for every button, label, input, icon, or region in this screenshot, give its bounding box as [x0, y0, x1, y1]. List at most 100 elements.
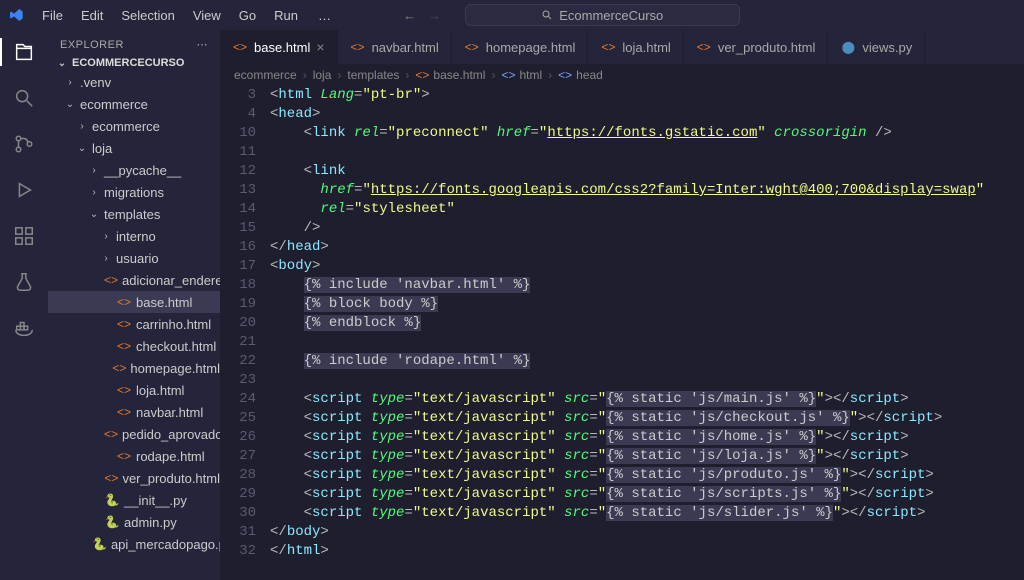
code-line[interactable]: </head> [270, 238, 1024, 257]
code-line[interactable]: <script type="text/javascript" src="{% s… [270, 485, 1024, 504]
tab-homepage-html[interactable]: <>homepage.html [452, 30, 589, 64]
tab-loja-html[interactable]: <> loja.html [588, 30, 683, 64]
breadcrumb-label: loja [313, 68, 332, 82]
docker-icon[interactable] [10, 314, 38, 342]
file-item[interactable]: <>carrinho.html [48, 313, 220, 335]
file-item[interactable]: <>homepage.html [48, 357, 220, 379]
file-item[interactable]: <>rodape.html [48, 445, 220, 467]
close-icon[interactable]: × [316, 39, 324, 55]
menu-view[interactable]: View [185, 4, 229, 27]
code-line[interactable]: <link [270, 162, 1024, 181]
file-item[interactable]: <>adicionar_endere... [48, 269, 220, 291]
search-activity-icon[interactable] [10, 84, 38, 112]
source-control-icon[interactable] [10, 130, 38, 158]
breadcrumb-item[interactable]: templates [347, 68, 399, 82]
tree-item-label: pedido_aprovado... [122, 427, 220, 442]
code-line[interactable]: rel="stylesheet" [270, 200, 1024, 219]
tree-item-label: interno [116, 229, 156, 244]
extensions-icon[interactable] [10, 222, 38, 250]
nav-forward-icon[interactable]: → [428, 8, 441, 23]
explorer-icon[interactable] [10, 38, 38, 66]
breadcrumb-item[interactable]: loja [313, 68, 332, 82]
menu-selection[interactable]: Selection [113, 4, 182, 27]
code-line[interactable]: <script type="text/javascript" src="{% s… [270, 428, 1024, 447]
tab-ver_produto-html[interactable]: <>ver_produto.html [684, 30, 829, 64]
folder-item[interactable]: ⌄templates [48, 203, 220, 225]
line-number: 16 [220, 238, 256, 257]
code-line[interactable]: {% block body %} [270, 295, 1024, 314]
tree-item-label: navbar.html [136, 405, 203, 420]
file-item[interactable]: <>checkout.html [48, 335, 220, 357]
folder-item[interactable]: ›usuario [48, 247, 220, 269]
menu-file[interactable]: File [34, 4, 71, 27]
code-line[interactable]: <head> [270, 105, 1024, 124]
file-item[interactable]: <>base.html [48, 291, 220, 313]
code-line[interactable]: </html> [270, 542, 1024, 561]
nav-back-icon[interactable]: ← [403, 8, 416, 23]
code-line[interactable]: <html Lang="pt-br"> [270, 86, 1024, 105]
python-file-icon: 🐍 [92, 537, 107, 551]
command-center[interactable]: EcommerceCurso [465, 4, 740, 26]
code-line[interactable] [270, 333, 1024, 352]
html-file-icon: <> [112, 361, 126, 375]
folder-item[interactable]: ›interno [48, 225, 220, 247]
brackets-icon: <> [501, 68, 515, 82]
code-line[interactable]: <link rel="preconnect" href="https://fon… [270, 124, 1024, 143]
file-item[interactable]: 🐍admin.py [48, 511, 220, 533]
html-file-icon: <> [600, 40, 616, 54]
html-file-icon: <> [696, 40, 712, 54]
code-body[interactable]: <html Lang="pt-br"><head> <link rel="pre… [270, 86, 1024, 580]
menu-overflow[interactable]: … [310, 4, 339, 27]
menu-run[interactable]: Run [266, 4, 306, 27]
folder-item[interactable]: ›migrations [48, 181, 220, 203]
testing-icon[interactable] [10, 268, 38, 296]
folder-item[interactable]: ›.venv [48, 71, 220, 93]
line-number: 15 [220, 219, 256, 238]
run-debug-icon[interactable] [10, 176, 38, 204]
code-line[interactable] [270, 371, 1024, 390]
code-line[interactable]: <script type="text/javascript" src="{% s… [270, 390, 1024, 409]
tab-navbar-html[interactable]: <>navbar.html [338, 30, 452, 64]
file-item[interactable]: <>loja.html [48, 379, 220, 401]
code-line[interactable]: {% include 'navbar.html' %} [270, 276, 1024, 295]
line-number: 20 [220, 314, 256, 333]
folder-item[interactable]: ⌄loja [48, 137, 220, 159]
folder-item[interactable]: ›ecommerce [48, 115, 220, 137]
code-line[interactable]: {% include 'rodape.html' %} [270, 352, 1024, 371]
project-root[interactable]: ⌄ ECOMMERCECURSO [48, 55, 220, 71]
file-item[interactable]: <>pedido_aprovado... [48, 423, 220, 445]
code-line[interactable]: {% endblock %} [270, 314, 1024, 333]
breadcrumb-item[interactable]: ecommerce [234, 68, 297, 82]
menu-go[interactable]: Go [231, 4, 264, 27]
breadcrumb-item[interactable]: <>html [501, 68, 542, 82]
code-line[interactable]: <script type="text/javascript" src="{% s… [270, 466, 1024, 485]
tab-views-py[interactable]: ⬤views.py [828, 30, 925, 64]
menu-edit[interactable]: Edit [73, 4, 111, 27]
file-item[interactable]: 🐍api_mercadopago.py [48, 533, 220, 555]
breadcrumbs[interactable]: ecommerce›loja›templates›<>base.html›<>h… [220, 64, 1024, 86]
code-editor[interactable]: 3410111213141516171819202122232425262728… [220, 86, 1024, 580]
line-number: 10 [220, 124, 256, 143]
folder-item[interactable]: ›__pycache__ [48, 159, 220, 181]
tab-base-html[interactable]: <>base.html× [220, 30, 338, 64]
project-root-label: ECOMMERCECURSO [72, 57, 184, 69]
breadcrumb-item[interactable]: <>base.html [415, 68, 485, 82]
code-line[interactable]: <script type="text/javascript" src="{% s… [270, 409, 1024, 428]
tree-item-label: ecommerce [92, 119, 160, 134]
code-line[interactable]: href="https://fonts.googleapis.com/css2?… [270, 181, 1024, 200]
code-line[interactable]: /> [270, 219, 1024, 238]
tab-label: loja.html [622, 40, 670, 55]
html-file-icon: <> [104, 471, 118, 485]
file-item[interactable]: 🐍__init__.py [48, 489, 220, 511]
code-line[interactable]: </body> [270, 523, 1024, 542]
explorer-more-icon[interactable]: ⋯ [197, 38, 209, 51]
code-line[interactable]: <body> [270, 257, 1024, 276]
file-item[interactable]: <>navbar.html [48, 401, 220, 423]
code-line[interactable]: <script type="text/javascript" src="{% s… [270, 447, 1024, 466]
folder-item[interactable]: ⌄ecommerce [48, 93, 220, 115]
line-number: 21 [220, 333, 256, 352]
breadcrumb-item[interactable]: <>head [558, 68, 603, 82]
code-line[interactable] [270, 143, 1024, 162]
file-item[interactable]: <>ver_produto.html [48, 467, 220, 489]
code-line[interactable]: <script type="text/javascript" src="{% s… [270, 504, 1024, 523]
